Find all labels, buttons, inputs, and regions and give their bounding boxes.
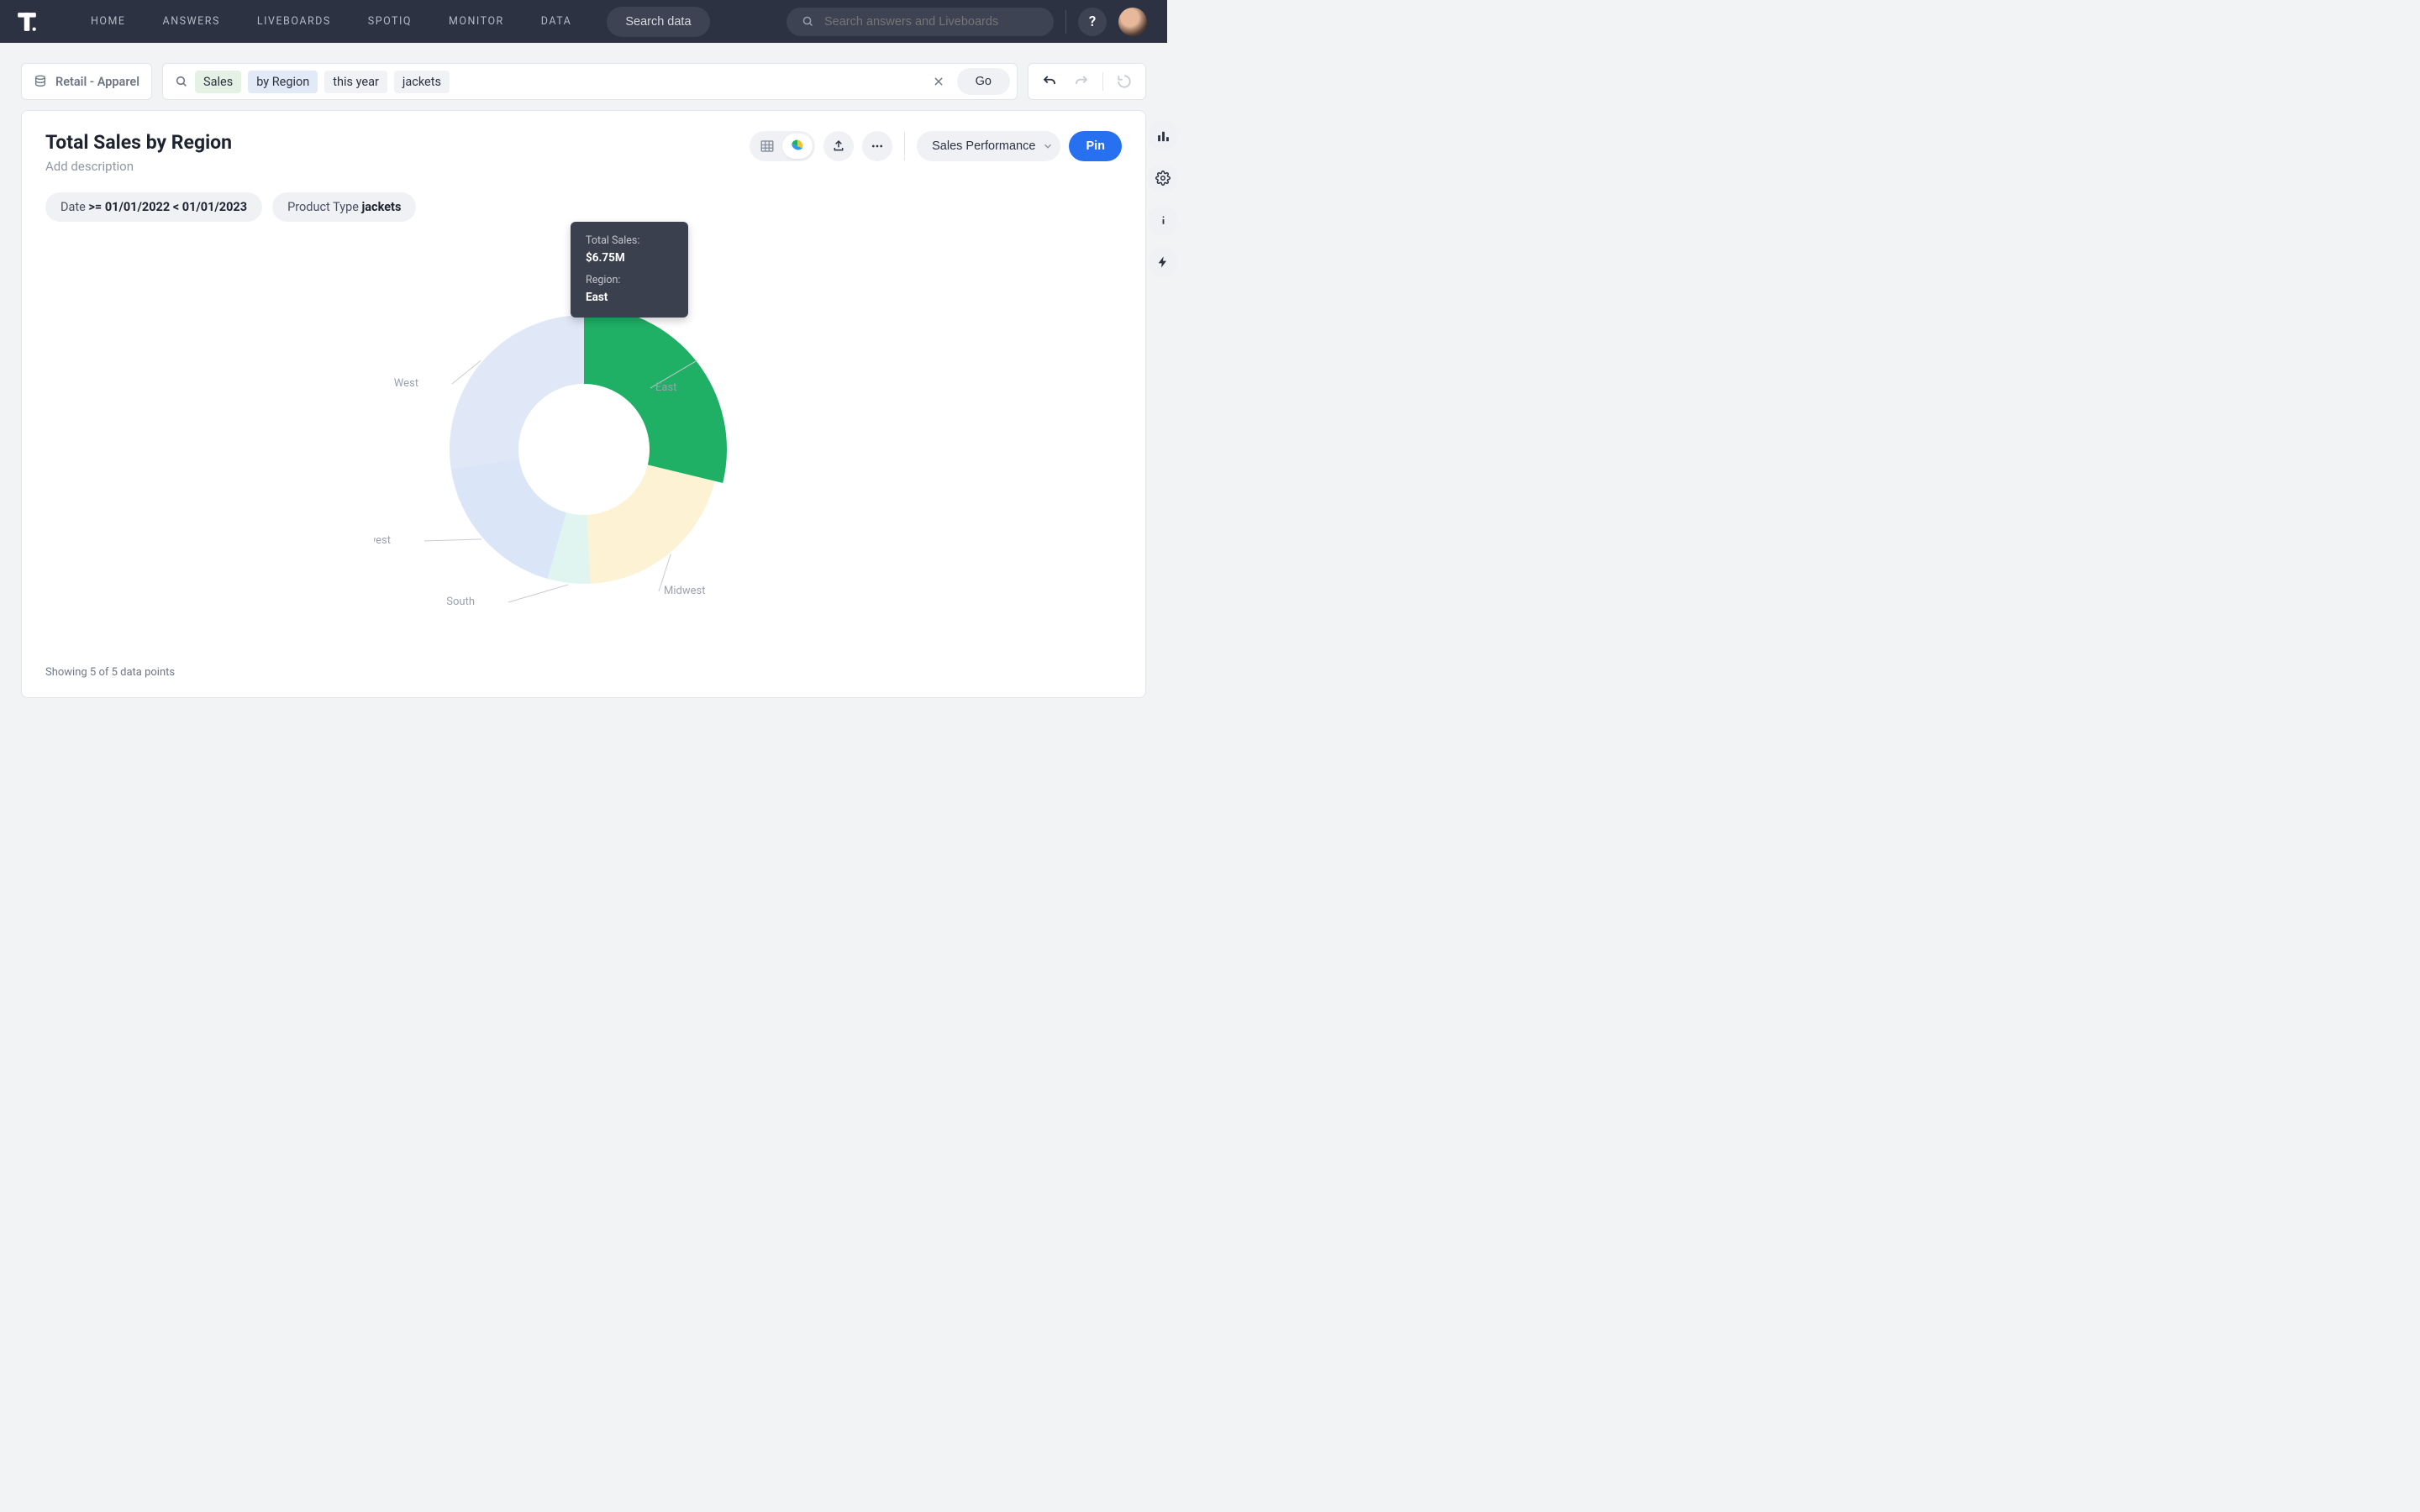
app-logo[interactable] [15, 10, 39, 34]
tooltip-dim-label: Region: [586, 273, 673, 289]
chart-config-button[interactable] [1148, 121, 1178, 151]
nav-monitor[interactable]: MONITOR [430, 15, 523, 28]
clear-query-button[interactable] [927, 70, 950, 93]
answer-title[interactable]: Total Sales by Region [45, 131, 750, 154]
slice-label-east: East [655, 381, 676, 394]
divider [1102, 72, 1103, 91]
export-icon [832, 139, 845, 153]
answer-description[interactable]: Add description [45, 159, 750, 174]
answer-card: Total Sales by Region Add description [21, 110, 1146, 698]
nav-links: HOME ANSWERS LIVEBOARDS SPOTIQ MONITOR D… [72, 15, 590, 28]
tooltip-metric-value: $6.75M [586, 249, 673, 266]
filter-chip-product-type[interactable]: Product Type jackets [272, 192, 416, 222]
go-button[interactable]: Go [957, 68, 1010, 95]
export-button[interactable] [823, 131, 854, 161]
table-view-button[interactable] [752, 134, 782, 159]
global-search-input[interactable] [824, 15, 1039, 29]
filter-label: Product Type [287, 200, 361, 214]
chevron-down-icon [1042, 140, 1054, 152]
gear-icon [1155, 171, 1171, 186]
redo-button[interactable] [1067, 67, 1096, 96]
user-avatar[interactable] [1118, 8, 1147, 36]
chart-view-button[interactable] [782, 134, 813, 159]
global-search[interactable] [786, 8, 1054, 36]
search-icon [802, 15, 814, 28]
liveboard-dropdown-label: Sales Performance [932, 139, 1035, 153]
tooltip-metric-label: Total Sales: [586, 234, 673, 249]
query-token[interactable]: jackets [394, 71, 450, 93]
donut-slice-east[interactable] [584, 307, 727, 483]
history-controls [1028, 63, 1146, 100]
filter-chip-date[interactable]: Date >= 01/01/2022 < 01/01/2023 [45, 192, 262, 222]
donut-slice-west[interactable] [450, 315, 584, 469]
filter-label: Date [60, 200, 88, 214]
datasource-label: Retail - Apparel [55, 75, 139, 89]
tooltip-dim-value: East [586, 289, 673, 306]
nav-answers[interactable]: ANSWERS [145, 15, 239, 28]
liveboard-dropdown[interactable]: Sales Performance [917, 131, 1060, 161]
donut-slice-southwest[interactable] [450, 459, 566, 579]
table-icon [760, 139, 775, 154]
slice-label-midwest: Midwest [664, 585, 705, 597]
search-bar[interactable]: Sales by Region this year jackets Go [162, 63, 1018, 100]
divider [1065, 10, 1066, 34]
settings-button[interactable] [1148, 163, 1178, 193]
slice-label-southwest: Southwest [374, 534, 391, 547]
reset-button[interactable] [1110, 67, 1139, 96]
nav-data[interactable]: DATA [523, 15, 591, 28]
more-icon [871, 139, 884, 153]
pie-chart-icon [790, 139, 805, 154]
data-points-note: Showing 5 of 5 data points [45, 666, 1122, 679]
search-icon [175, 75, 188, 88]
chart-area: Total Sales: $6.75M Region: East East Mid… [45, 222, 1122, 659]
query-token[interactable]: this year [324, 71, 387, 93]
more-actions-button[interactable] [862, 131, 892, 161]
divider [904, 132, 905, 160]
chart-tooltip: Total Sales: $6.75M Region: East [571, 222, 688, 318]
nav-liveboards[interactable]: LIVEBOARDS [239, 15, 350, 28]
spotiq-button[interactable] [1148, 247, 1178, 277]
bolt-icon [1156, 255, 1170, 269]
slice-label-west: West [393, 377, 418, 390]
filter-chips: Date >= 01/01/2022 < 01/01/2023 Product … [45, 192, 1122, 222]
undo-button[interactable] [1035, 67, 1064, 96]
filter-value: jackets [362, 200, 402, 214]
help-button[interactable]: ? [1078, 8, 1107, 36]
search-data-button[interactable]: Search data [607, 7, 709, 37]
query-toolbar: Retail - Apparel Sales by Region this ye… [0, 43, 1167, 110]
pin-button[interactable]: Pin [1069, 131, 1122, 161]
query-token[interactable]: Sales [195, 71, 241, 93]
bar-chart-icon [1156, 129, 1171, 144]
viz-toggle [750, 131, 815, 161]
undo-icon [1042, 74, 1057, 89]
redo-icon [1074, 74, 1089, 89]
close-icon [933, 76, 944, 87]
donut-slice-midwest[interactable] [587, 465, 714, 583]
donut-chart[interactable]: East Midwest South Southwest West [374, 273, 794, 609]
database-icon [34, 75, 47, 88]
query-token[interactable]: by Region [248, 71, 318, 93]
filter-value: >= 01/01/2022 < 01/01/2023 [88, 200, 247, 214]
nav-spotiq[interactable]: SPOTIQ [350, 15, 430, 28]
datasource-selector[interactable]: Retail - Apparel [21, 63, 152, 100]
reset-icon [1117, 74, 1132, 89]
slice-label-south: South [446, 596, 475, 608]
top-nav: HOME ANSWERS LIVEBOARDS SPOTIQ MONITOR D… [0, 0, 1167, 43]
info-button[interactable] [1148, 205, 1178, 235]
nav-home[interactable]: HOME [72, 15, 145, 28]
info-icon [1156, 213, 1171, 228]
